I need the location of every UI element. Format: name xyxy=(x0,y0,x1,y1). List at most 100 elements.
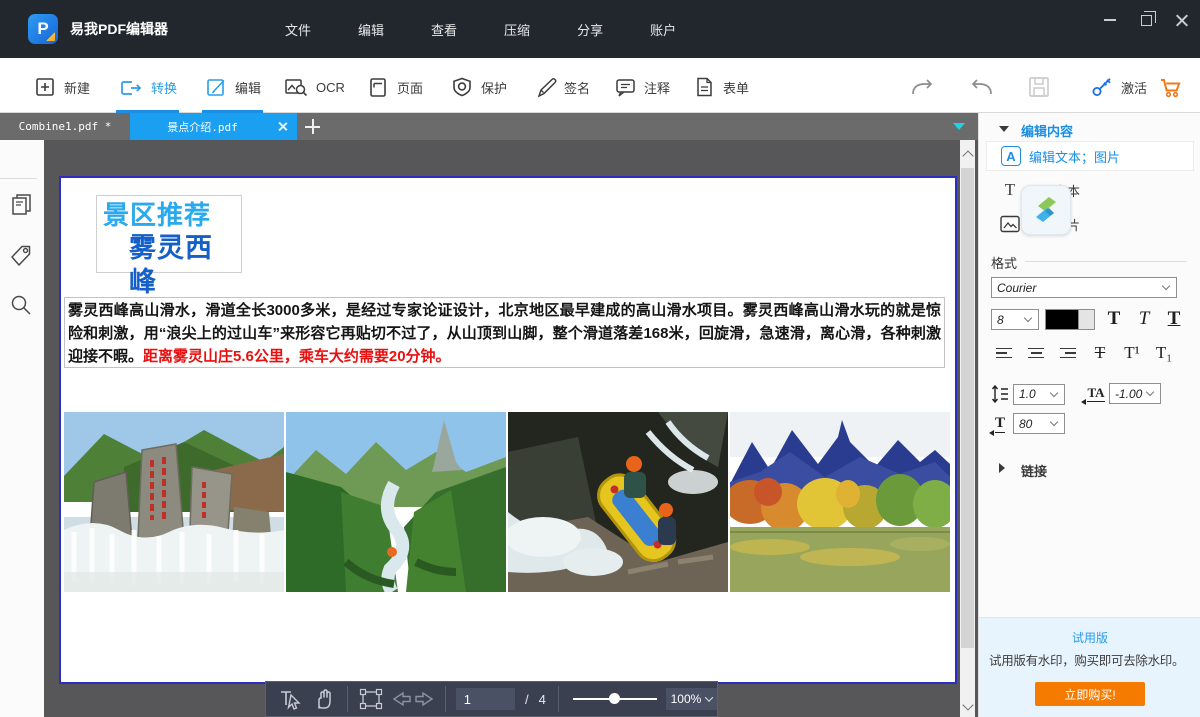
page-history-nav xyxy=(387,684,438,714)
menu-file[interactable]: 文件 xyxy=(285,20,311,39)
scrollbar-thumb[interactable] xyxy=(961,168,974,648)
zoom-level-dropdown[interactable]: 100% xyxy=(666,688,717,710)
menu-edit[interactable]: 编辑 xyxy=(358,20,384,39)
ocr-button[interactable]: OCR xyxy=(283,72,345,102)
edit-content-section-header[interactable]: 编辑内容 xyxy=(979,121,1200,139)
menu-share[interactable]: 分享 xyxy=(577,20,603,39)
window-controls xyxy=(1092,0,1200,40)
photo-whitewater-raft[interactable] xyxy=(508,412,728,592)
font-color-dropdown[interactable] xyxy=(1079,310,1094,329)
char-spacing-icon: TA xyxy=(1087,385,1104,402)
bold-button[interactable]: T xyxy=(1101,306,1127,332)
left-sidebar xyxy=(0,140,44,717)
line-spacing-select[interactable]: 1.0 xyxy=(1013,384,1065,405)
restore-icon xyxy=(1141,15,1152,26)
redo-button[interactable] xyxy=(908,72,936,102)
align-center-button[interactable] xyxy=(1023,341,1049,365)
superscript-button[interactable]: T¹ xyxy=(1119,341,1145,365)
font-size-select[interactable]: 8 xyxy=(991,309,1039,330)
buy-now-button[interactable]: 立即购买! xyxy=(1035,682,1145,706)
marquee-zoom-button[interactable] xyxy=(354,684,388,714)
italic-button[interactable]: T xyxy=(1131,306,1157,332)
menu-view[interactable]: 查看 xyxy=(431,20,457,39)
strikethrough-button[interactable]: T xyxy=(1087,341,1113,365)
document-paragraph-textbox[interactable]: 雾灵西峰高山滑水，滑道全长3000多米，是经过专家论证设计，北京地区最早建成的高… xyxy=(64,297,945,368)
pages-icon xyxy=(366,75,390,99)
convert-button[interactable]: 转换 xyxy=(118,72,177,102)
undo-button[interactable] xyxy=(968,72,996,102)
document-title-line2: 雾灵西峰 xyxy=(129,231,235,299)
paragraph-highlight-text: 距离雾灵山庄5.6公里，乘车大约需要20分钟。 xyxy=(143,348,451,365)
hand-tool-button[interactable] xyxy=(308,684,342,714)
h-scale-icon: T xyxy=(995,415,1005,433)
tab-combine1[interactable]: Combine1.pdf * xyxy=(0,113,130,140)
scroll-up-icon[interactable] xyxy=(962,150,973,161)
chevron-down-icon xyxy=(1024,314,1032,322)
zoom-slider[interactable] xyxy=(573,688,656,710)
form-icon xyxy=(692,75,716,99)
pdf-page[interactable]: 景区推荐 雾灵西峰 雾灵西峰高山滑水，滑道全长3000多米，是经过专家论证设计，… xyxy=(59,176,957,684)
zoom-slider-thumb[interactable] xyxy=(609,693,620,704)
align-left-button[interactable] xyxy=(991,341,1017,365)
chevron-down-icon xyxy=(1050,388,1058,396)
key-icon xyxy=(1090,75,1114,99)
menu-account[interactable]: 账户 xyxy=(650,20,676,39)
restore-button[interactable] xyxy=(1128,4,1164,36)
line-spacing-control: 1.0 xyxy=(989,383,1065,405)
underline-button[interactable]: T xyxy=(1161,306,1187,332)
cart-button[interactable] xyxy=(1157,72,1185,102)
thumbnails-panel-button[interactable] xyxy=(7,190,35,218)
new-label: 新建 xyxy=(64,78,90,97)
tab-scenic-intro[interactable]: 景点介绍.pdf xyxy=(130,113,297,140)
form-button[interactable]: 表单 xyxy=(692,72,749,102)
new-button[interactable]: 新建 xyxy=(33,72,90,102)
new-tab-button[interactable] xyxy=(305,119,320,134)
subscript-button[interactable]: T₁ xyxy=(1151,341,1177,365)
edit-button[interactable]: 编辑 xyxy=(204,72,261,102)
canvas-scrollbar[interactable] xyxy=(960,140,975,717)
trial-notice-panel: 试用版 试用版有水印，购买即可去除水印。 立即购买! xyxy=(979,617,1200,717)
close-button[interactable] xyxy=(1164,4,1200,36)
pages-label: 页面 xyxy=(397,78,423,97)
app-title: 易我PDF编辑器 xyxy=(70,0,168,58)
minimize-button[interactable] xyxy=(1092,4,1128,36)
collapse-triangle-icon xyxy=(999,126,1009,132)
form-label: 表单 xyxy=(723,78,749,97)
search-panel-button[interactable] xyxy=(7,291,35,319)
add-image-icon xyxy=(1000,215,1020,233)
page-number-input[interactable]: 1 xyxy=(456,688,515,710)
align-right-button[interactable] xyxy=(1055,341,1081,365)
menu-compress[interactable]: 压缩 xyxy=(504,20,530,39)
sign-button[interactable]: 签名 xyxy=(533,72,590,102)
h-scale-select[interactable]: 80 xyxy=(1013,413,1065,434)
font-color-picker[interactable] xyxy=(1045,309,1095,330)
select-text-tool-button[interactable] xyxy=(274,684,308,714)
document-canvas[interactable]: 景区推荐 雾灵西峰 雾灵西峰高山滑水，滑道全长3000多米，是经过专家论证设计，… xyxy=(44,140,978,717)
font-size-value: 8 xyxy=(992,313,1025,327)
bookmark-tag-panel-button[interactable] xyxy=(7,241,35,269)
link-section-header[interactable]: 链接 xyxy=(979,461,1200,479)
pages-button[interactable]: 页面 xyxy=(366,72,423,102)
add-image-option[interactable]: 添加图片 xyxy=(986,209,1194,239)
edit-text-image-option[interactable]: A 编辑文本；图片 xyxy=(986,141,1194,171)
activate-button[interactable]: 激活 xyxy=(1090,72,1147,102)
add-text-option[interactable]: T 添加文本 xyxy=(986,175,1194,205)
ocr-icon xyxy=(283,75,309,99)
protect-button[interactable]: 保护 xyxy=(450,72,507,102)
font-family-value: Courier xyxy=(992,281,1163,295)
document-title-textbox[interactable]: 景区推荐 雾灵西峰 xyxy=(96,195,242,273)
tab-list-dropdown-icon[interactable] xyxy=(953,123,965,130)
scroll-down-icon[interactable] xyxy=(962,699,973,710)
photo-autumn-lake[interactable] xyxy=(730,412,950,592)
photo-waterfall-rocks[interactable] xyxy=(64,412,284,592)
save-button[interactable] xyxy=(1026,72,1052,102)
photo-green-valley[interactable] xyxy=(286,412,506,592)
font-family-select[interactable]: Courier xyxy=(991,277,1177,298)
comment-button[interactable]: 注释 xyxy=(613,72,670,102)
tab-close-icon[interactable] xyxy=(276,120,289,133)
cart-icon xyxy=(1157,74,1185,100)
edit-content-label: 编辑内容 xyxy=(1021,121,1073,140)
close-icon xyxy=(1175,13,1189,27)
char-spacing-select[interactable]: -1.00 xyxy=(1109,383,1161,404)
back-forward-icons[interactable] xyxy=(389,688,437,710)
